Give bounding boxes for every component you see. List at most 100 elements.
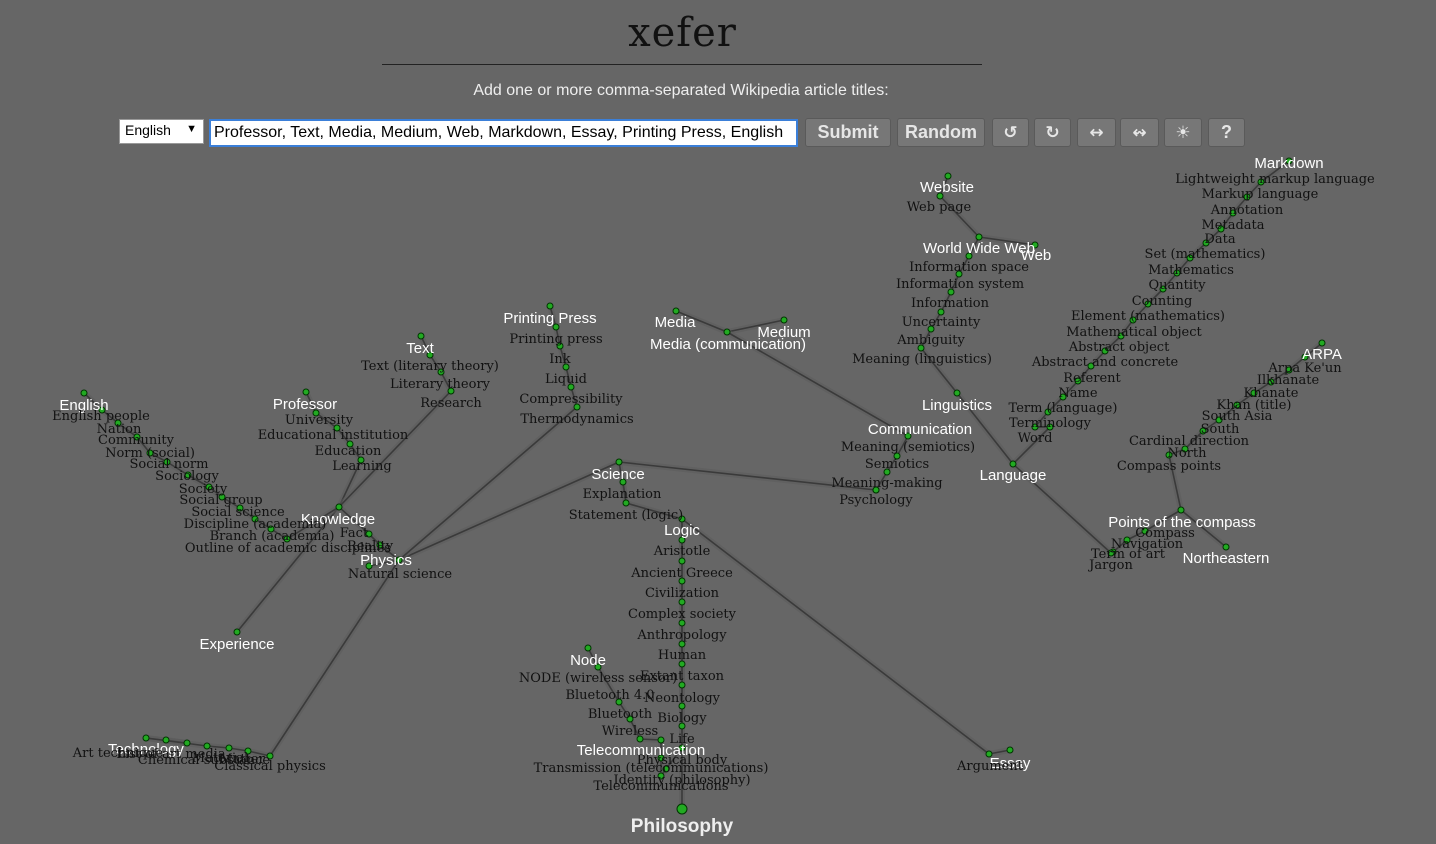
- graph-label-set-mathematics[interactable]: Set (mathematics): [1145, 247, 1266, 262]
- graph-label-meaning-linguistics[interactable]: Meaning (linguistics): [852, 352, 992, 367]
- graph-label-learning[interactable]: Learning: [332, 459, 392, 474]
- graph-label-abstract-and-concrete[interactable]: Abstract and concrete: [1031, 355, 1179, 370]
- graph-label-terminology[interactable]: Terminology: [1009, 416, 1092, 431]
- graph-label-outline-of-academic-disciplines[interactable]: Outline of academic disciplines: [185, 541, 391, 556]
- graph-label-ink[interactable]: Ink: [549, 352, 571, 367]
- graph-label-educational-institution[interactable]: Educational institution: [258, 428, 409, 443]
- graph-node-english[interactable]: [80, 389, 88, 397]
- graph-label-ancient-greece[interactable]: Ancient Greece: [630, 566, 733, 581]
- graph-label-mathematics[interactable]: Mathematics: [1148, 263, 1234, 278]
- graph-label-statement-logic[interactable]: Statement (logic): [569, 508, 683, 523]
- graph-label-meaning-semiotics[interactable]: Meaning (semiotics): [841, 440, 975, 455]
- graph-label-node-wireless-sensor[interactable]: NODE (wireless sensor): [519, 671, 677, 686]
- graph-label-website[interactable]: Website: [920, 179, 974, 196]
- graph-node-philosophy[interactable]: [676, 803, 688, 815]
- graph-label-web-page[interactable]: Web page: [907, 200, 972, 215]
- graph-node-essay[interactable]: [1006, 746, 1014, 754]
- graph-label-semiotics[interactable]: Semiotics: [865, 457, 929, 472]
- graph-node-science[interactable]: [615, 458, 623, 466]
- graph-label-element-mathematics[interactable]: Element (mathematics): [1071, 309, 1225, 324]
- graph-node-list-of-art-media[interactable]: [183, 739, 191, 747]
- graph-label-wireless[interactable]: Wireless: [602, 724, 658, 739]
- graph-label-human[interactable]: Human: [658, 648, 707, 663]
- graph-label-mathematical-object[interactable]: Mathematical object: [1066, 325, 1202, 340]
- graph-edge-classical-physics-to-physics: [269, 559, 400, 757]
- graph-node-printing-press[interactable]: [546, 302, 554, 310]
- graph-label-argument[interactable]: Argument: [956, 759, 1024, 774]
- graph-label-data[interactable]: Data: [1204, 232, 1235, 247]
- graph-label-literary-theory[interactable]: Literary theory: [390, 377, 491, 392]
- graph-label-uncertainty[interactable]: Uncertainty: [902, 315, 981, 330]
- graph-label-logic[interactable]: Logic: [664, 522, 700, 539]
- graph-label-communication[interactable]: Communication: [868, 421, 972, 438]
- graph-label-information-space[interactable]: Information space: [909, 260, 1029, 275]
- graph-label-ambiguity[interactable]: Ambiguity: [896, 333, 965, 348]
- graph-label-abstract-object[interactable]: Abstract object: [1068, 340, 1170, 355]
- graph-label-civilization[interactable]: Civilization: [645, 586, 720, 601]
- graph-label-linguistics[interactable]: Linguistics: [922, 397, 992, 414]
- graph-label-anthropology[interactable]: Anthropology: [636, 628, 727, 643]
- graph-label-markdown[interactable]: Markdown: [1254, 155, 1323, 172]
- graph-label-bluetooth[interactable]: Bluetooth: [588, 707, 653, 722]
- graph-label-world-wide-web[interactable]: World Wide Web: [923, 240, 1035, 257]
- graph-label-thermodynamics[interactable]: Thermodynamics: [520, 412, 633, 427]
- graph-label-compass-points[interactable]: Compass points: [1117, 459, 1221, 474]
- graph-label-printing-press[interactable]: Printing Press: [503, 310, 596, 327]
- article-graph[interactable]: Philosophy Logic Aristotle Ancient Greece Ci…: [0, 0, 1436, 844]
- graph-label-telecommunications[interactable]: Telecommunications: [593, 779, 728, 794]
- graph-label-information-system[interactable]: Information system: [896, 277, 1024, 292]
- graph-label-explanation[interactable]: Explanation: [583, 487, 662, 502]
- graph-label-quantity[interactable]: Quantity: [1148, 278, 1206, 293]
- graph-label-transmission-telecommunications[interactable]: Transmission (telecommunications): [534, 761, 769, 776]
- graph-label-language[interactable]: Language: [980, 467, 1047, 484]
- graph-label-compressibility[interactable]: Compressibility: [519, 392, 623, 407]
- graph-label-node[interactable]: Node: [570, 652, 606, 669]
- graph-node-medium[interactable]: [780, 316, 788, 324]
- graph-label-classical-physics[interactable]: Classical physics: [214, 759, 326, 774]
- graph-label-liquid[interactable]: Liquid: [545, 372, 587, 387]
- graph-label-northeastern[interactable]: Northeastern: [1183, 550, 1270, 567]
- graph-label-natural-science[interactable]: Natural science: [348, 567, 452, 582]
- graph-label-professor[interactable]: Professor: [273, 396, 337, 413]
- graph-label-meaning-making[interactable]: Meaning-making: [831, 476, 942, 491]
- graph-label-annotation[interactable]: Annotation: [1210, 203, 1284, 218]
- graph-label-complex-society[interactable]: Complex society: [628, 607, 737, 622]
- graph-label-counting[interactable]: Counting: [1132, 294, 1193, 309]
- graph-label-telecommunication[interactable]: Telecommunication: [577, 742, 705, 759]
- graph-label-neontology[interactable]: Neontology: [644, 691, 721, 706]
- graph-label-aristotle[interactable]: Aristotle: [653, 544, 711, 559]
- graph-node-text[interactable]: [417, 332, 425, 340]
- graph-label-biology[interactable]: Biology: [657, 711, 707, 726]
- graph-node-points-of-the-compass[interactable]: [1177, 506, 1185, 514]
- graph-label-printing-press[interactable]: Printing press: [509, 332, 602, 347]
- graph-label-bluetooth-4-0[interactable]: Bluetooth 4.0: [565, 688, 654, 703]
- graph-edge-argument-to-logic: [681, 518, 990, 755]
- graph-label-lightweight-markup-language[interactable]: Lightweight markup language: [1175, 172, 1375, 187]
- graph-label-psychology[interactable]: Psychology: [839, 493, 913, 508]
- graph-node-experience[interactable]: [233, 628, 241, 636]
- graph-node-linguistics[interactable]: [953, 389, 961, 397]
- graph-label-media[interactable]: Media: [655, 314, 697, 331]
- graph-edge-thermodynamics-to-physics: [398, 406, 578, 561]
- graph-label-text[interactable]: Text: [406, 340, 434, 357]
- graph-label-referent[interactable]: Referent: [1063, 371, 1121, 386]
- graph-node-media-communication[interactable]: [723, 328, 731, 336]
- graph-label-experience[interactable]: Experience: [199, 636, 274, 653]
- graph-label-metadata[interactable]: Metadata: [1201, 218, 1264, 233]
- graph-label-name[interactable]: Name: [1058, 386, 1097, 401]
- graph-label-word[interactable]: Word: [1018, 431, 1053, 446]
- graph-label-jargon[interactable]: Jargon: [1087, 558, 1133, 573]
- graph-node-professor[interactable]: [302, 388, 310, 396]
- graph-label-education[interactable]: Education: [315, 444, 382, 459]
- graph-label-term-language[interactable]: Term (language): [1009, 401, 1118, 416]
- graph-label-philosophy[interactable]: Philosophy: [631, 816, 734, 837]
- graph-label-science[interactable]: Science: [591, 466, 644, 483]
- graph-label-information[interactable]: Information: [911, 296, 990, 311]
- graph-node-node[interactable]: [584, 644, 592, 652]
- graph-label-markup-language[interactable]: Markup language: [1202, 187, 1319, 202]
- graph-label-media-communication[interactable]: Media (communication): [650, 336, 806, 353]
- graph-label-text-literary-theory[interactable]: Text (literary theory): [361, 359, 499, 374]
- graph-label-university[interactable]: University: [285, 413, 354, 428]
- graph-label-research[interactable]: Research: [420, 396, 482, 411]
- graph-node-knowledge[interactable]: [335, 503, 343, 511]
